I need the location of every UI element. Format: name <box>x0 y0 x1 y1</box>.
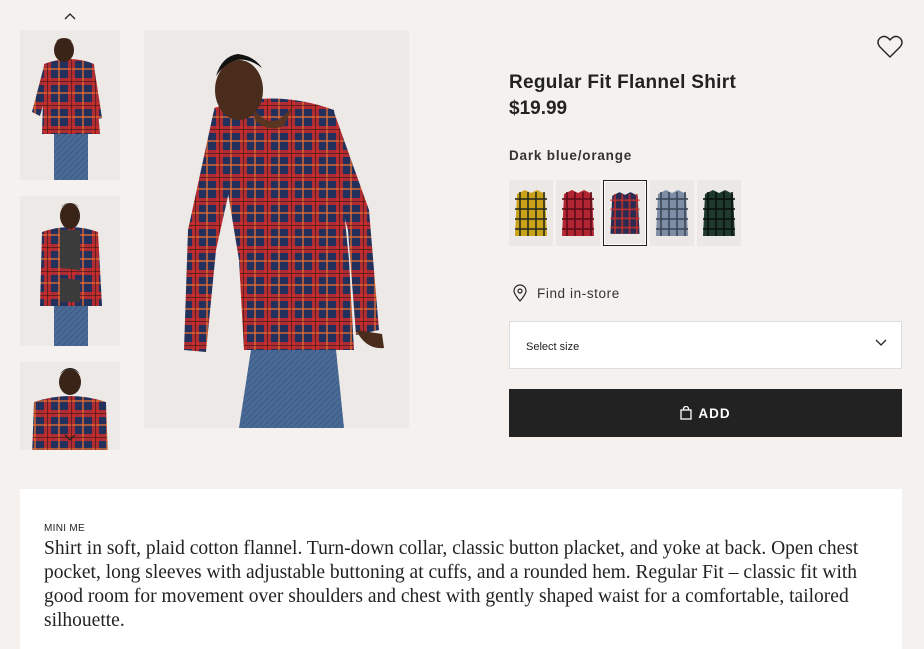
product-title: Regular Fit Flannel Shirt <box>509 72 737 93</box>
size-select-label: Select size <box>526 341 580 353</box>
size-select[interactable]: Select size <box>509 321 902 369</box>
selected-color-name: Dark blue/orange <box>509 148 633 163</box>
color-swatch-blue-grey[interactable] <box>650 180 694 246</box>
description-label: MINI ME <box>44 523 85 534</box>
color-swatch-red[interactable] <box>556 180 600 246</box>
product-price: $19.99 <box>509 98 568 119</box>
color-swatch-yellow[interactable] <box>509 180 553 246</box>
add-to-bag-label: ADD <box>698 405 731 421</box>
thumbnail-image-2[interactable] <box>20 196 120 346</box>
chevron-down-icon <box>64 434 76 441</box>
thumbnail-prev-button[interactable] <box>60 8 80 24</box>
thumbnail-next-button[interactable] <box>60 430 80 446</box>
shopping-bag-icon <box>680 406 693 420</box>
location-pin-icon <box>513 284 527 302</box>
find-in-store-link[interactable]: Find in-store <box>512 284 620 302</box>
main-product-image[interactable] <box>144 30 409 428</box>
chevron-up-icon <box>64 13 76 20</box>
chevron-down-icon <box>875 339 887 346</box>
add-to-bag-button[interactable]: ADD <box>509 389 902 437</box>
product-description: MINI ME Shirt in soft, plaid cotton flan… <box>20 489 902 649</box>
favorite-button[interactable] <box>876 33 904 61</box>
description-text: Shirt in soft, plaid cotton flannel. Tur… <box>44 538 859 631</box>
find-in-store-label: Find in-store <box>537 285 620 301</box>
color-swatch-dark-green[interactable] <box>697 180 741 246</box>
color-swatch-dark-blue-orange[interactable] <box>603 180 647 246</box>
heart-icon <box>877 35 903 58</box>
color-swatches <box>509 180 741 246</box>
thumbnail-image-1[interactable] <box>20 30 120 180</box>
thumbnail-gallery <box>20 0 120 450</box>
